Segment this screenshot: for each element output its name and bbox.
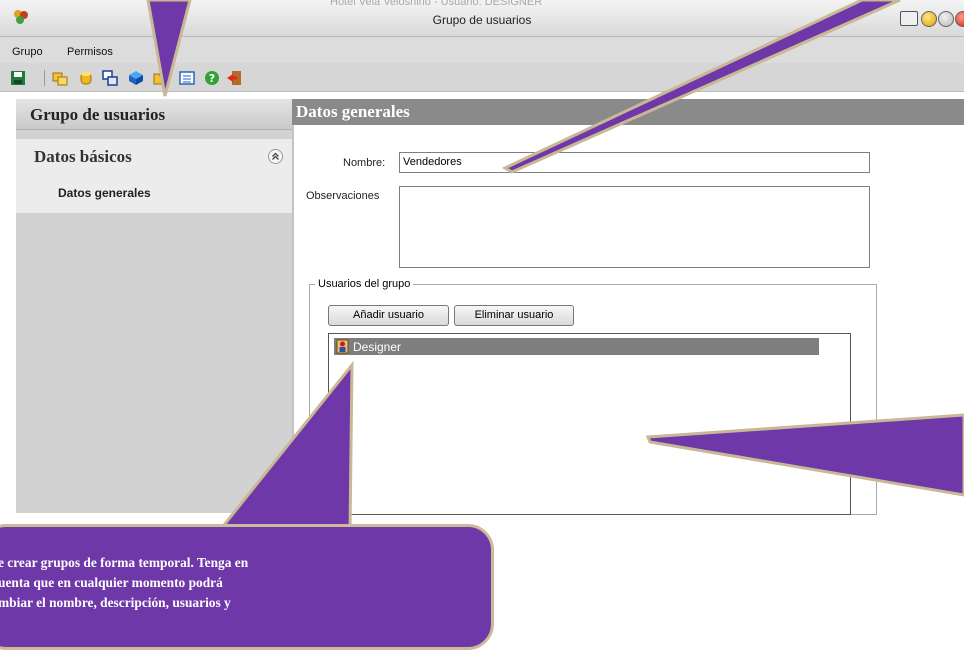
sidebar-section-datos-basicos[interactable]: Datos básicos [16, 139, 292, 178]
sidebar-header: Grupo de usuarios [16, 99, 292, 130]
page-title: Datos generales [296, 102, 410, 121]
database-icon[interactable] [78, 70, 94, 86]
add-user-button[interactable]: Añadir usuario [328, 305, 449, 326]
background-window-title: Hotel Vela Veloshino - Usuario: DESIGNER [330, 0, 543, 8]
observaciones-label: Observaciones [306, 190, 380, 202]
collapse-chevron-up-icon[interactable] [268, 149, 283, 164]
sidebar-title: Grupo de usuarios [30, 105, 166, 124]
groupbox-legend: Usuarios del grupo [315, 278, 414, 290]
users-group-icon[interactable] [52, 70, 68, 86]
content-header: Datos generales [292, 99, 964, 125]
svg-text:?: ? [209, 72, 215, 85]
users-list[interactable] [328, 333, 851, 515]
tooltip-line: uenta que en cualquier momento podrá [0, 575, 223, 590]
minimize-button[interactable] [921, 11, 937, 27]
remove-user-button[interactable]: Eliminar usuario [454, 305, 574, 326]
user-icon [336, 339, 349, 354]
tooltip-line: e crear grupos de forma temporal. Tenga … [0, 555, 249, 570]
list-item[interactable]: Designer [334, 338, 819, 355]
menu-bar: Grupo Permisos [0, 37, 964, 63]
toolbar: ? [0, 63, 964, 92]
close-button[interactable] [955, 11, 964, 27]
help-icon[interactable]: ? [204, 70, 220, 86]
toolbar-separator [44, 70, 45, 86]
copy-windows-icon[interactable] [102, 70, 118, 86]
tooltip-line: mbiar el nombre, descripción, usuarios y [0, 595, 231, 610]
tutorial-tooltip-text: e crear grupos de forma temporal. Tenga … [0, 553, 418, 613]
user-name: Designer [353, 340, 402, 354]
menu-permisos[interactable]: Permisos [67, 46, 113, 58]
sidebar-item-label: Datos generales [58, 186, 151, 200]
app-icon [14, 10, 28, 24]
folder-icon[interactable] [153, 70, 169, 86]
divider [292, 125, 294, 513]
cube-icon[interactable] [128, 70, 144, 86]
menu-icon[interactable] [900, 11, 918, 26]
menu-grupo[interactable]: Grupo [12, 46, 43, 58]
calculator-icon[interactable] [179, 70, 195, 86]
observaciones-field[interactable] [399, 186, 870, 268]
nombre-label: Nombre: [343, 157, 386, 169]
window-title: Grupo de usuarios [432, 13, 532, 27]
title-bar: Hotel Vela Veloshino - Usuario: DESIGNER… [0, 0, 964, 37]
section-label: Datos básicos [34, 147, 132, 166]
save-icon[interactable] [10, 70, 26, 86]
exit-icon[interactable] [226, 70, 242, 86]
nombre-field[interactable]: Vendedores [399, 152, 870, 173]
maximize-button[interactable] [938, 11, 954, 27]
sidebar-item-datos-generales[interactable]: Datos generales [16, 177, 292, 213]
